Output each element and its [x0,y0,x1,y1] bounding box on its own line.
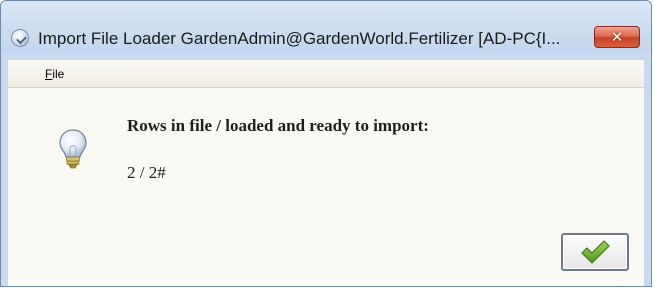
dialog-content: Rows in file / loaded and ready to impor… [8,88,644,286]
close-button[interactable]: ✕ [594,26,640,48]
ok-button[interactable] [561,233,629,271]
import-file-loader-window: Import File Loader GardenAdmin@GardenWor… [0,0,652,287]
title-bar[interactable]: Import File Loader GardenAdmin@GardenWor… [1,1,651,53]
app-icon[interactable] [11,29,29,47]
window-title: Import File Loader GardenAdmin@GardenWor… [38,29,561,48]
lightbulb-icon [58,128,88,170]
menu-file-label: ile [52,67,65,81]
menu-file[interactable]: File [45,67,64,81]
menu-bar: File [8,60,644,88]
message-heading: Rows in file / loaded and ready to impor… [127,116,429,135]
checkmark-icon [581,240,610,264]
row-count-value: 2 / 2# [127,163,166,182]
